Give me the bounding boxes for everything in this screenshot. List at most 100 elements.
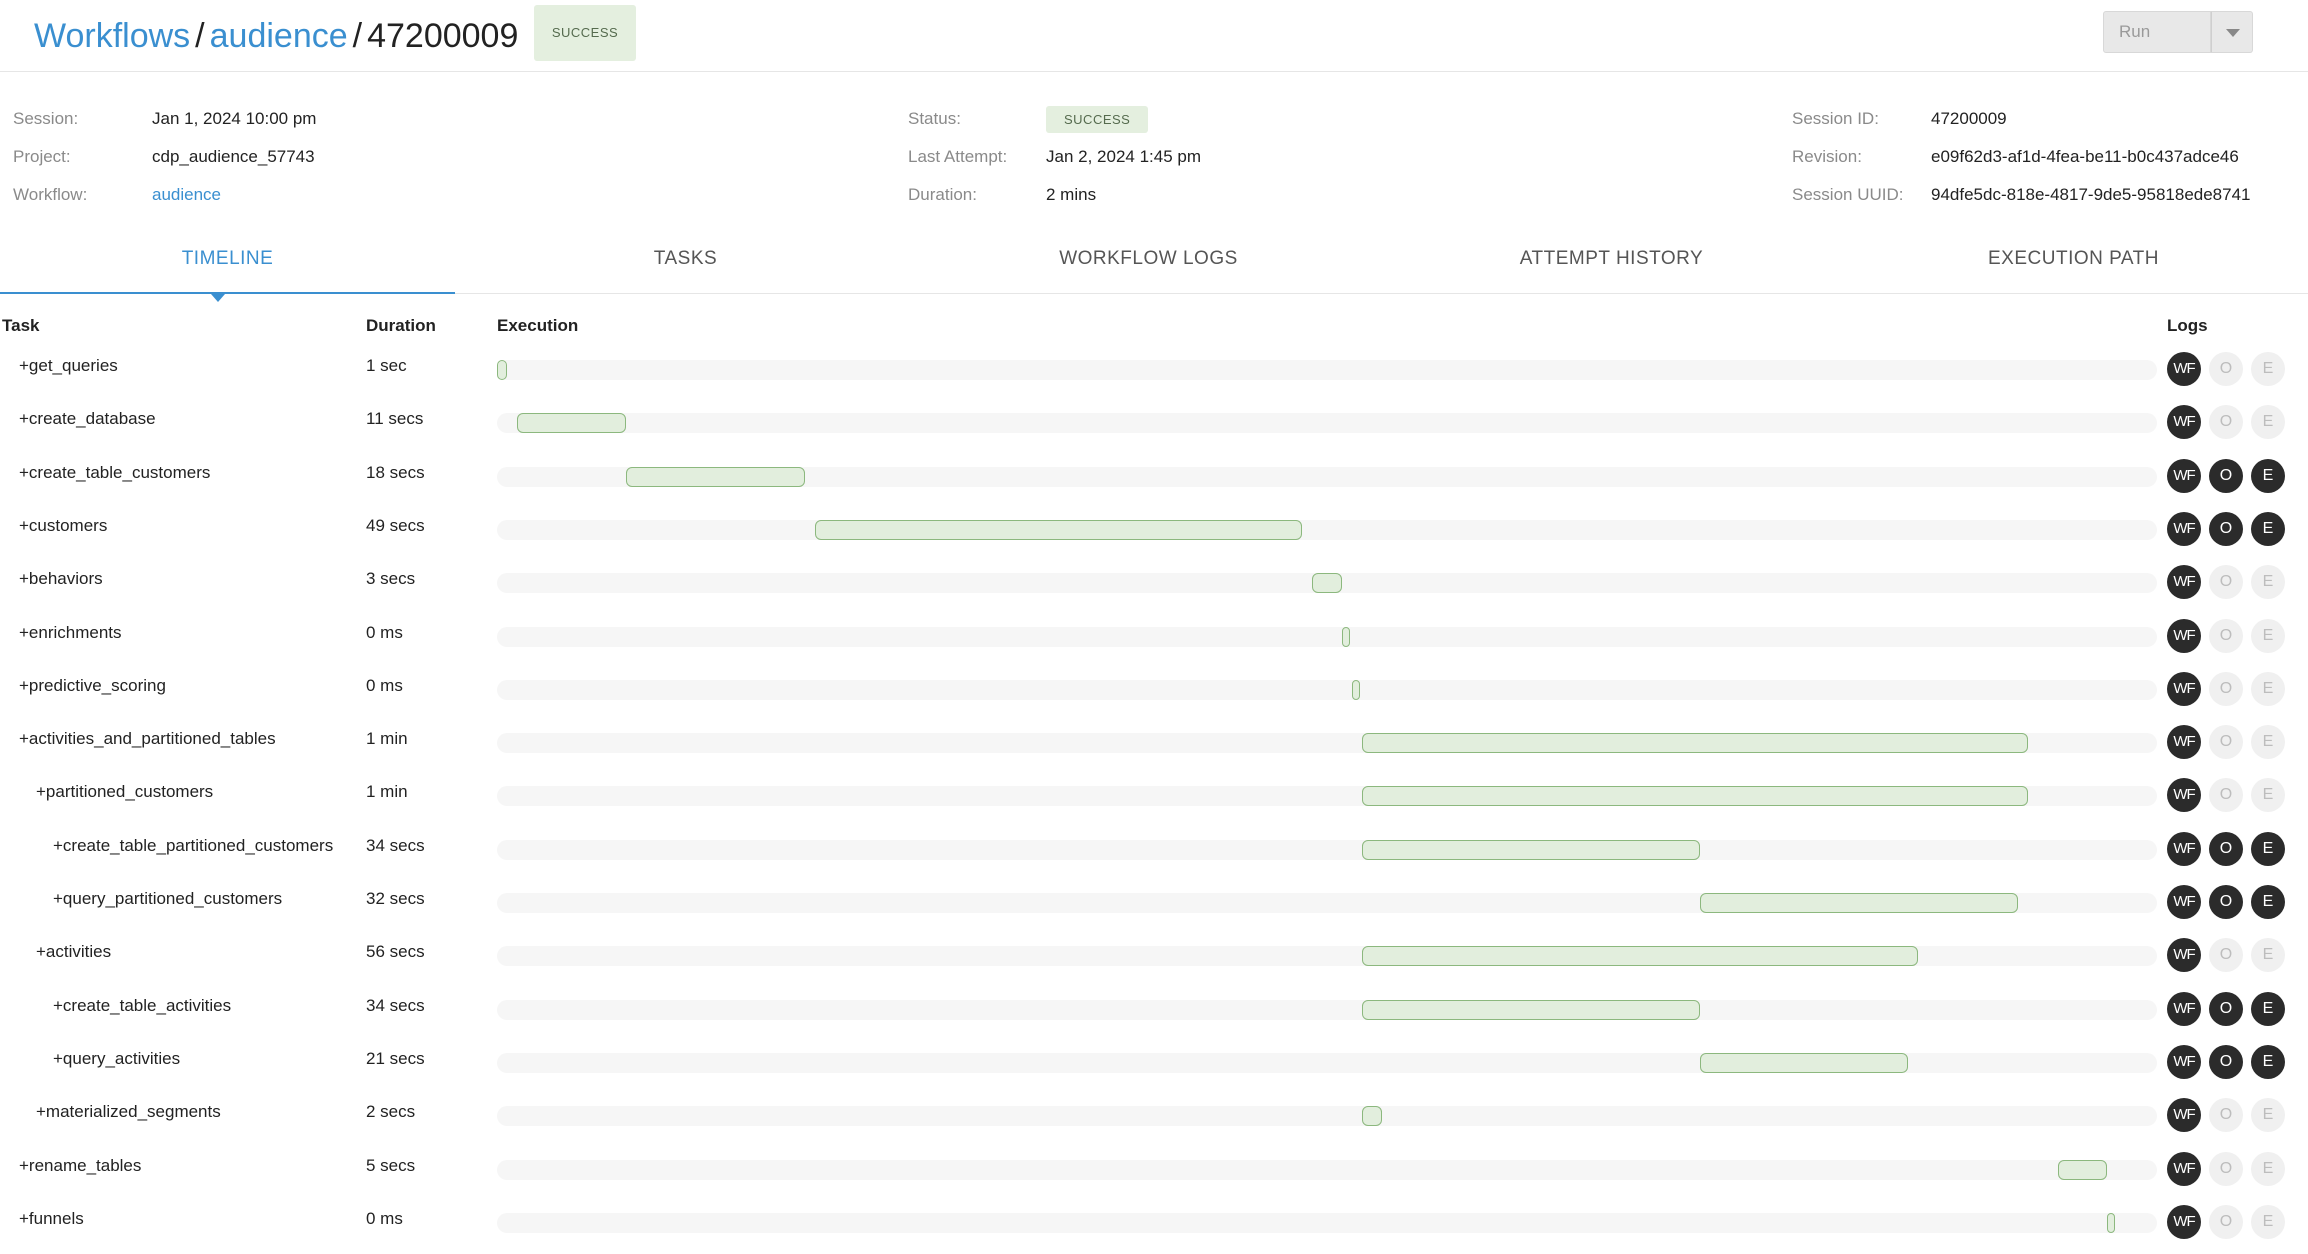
- column-header-execution: Execution: [497, 316, 579, 335]
- execution-track: [497, 1212, 2157, 1233]
- execution-bar[interactable]: [626, 466, 806, 487]
- header-status-badge: SUCCESS: [533, 5, 637, 61]
- info-row-last-attempt: Last Attempt: Jan 2, 2024 1:45 pm: [908, 138, 1201, 176]
- info-row-workflow: Workflow: audience: [13, 176, 221, 214]
- log-button-e[interactable]: E: [2251, 1044, 2285, 1079]
- log-button-wf[interactable]: WF: [2167, 618, 2201, 653]
- execution-bar[interactable]: [1361, 999, 1700, 1020]
- execution-bar[interactable]: [1361, 786, 2028, 807]
- log-button-wf[interactable]: WF: [2167, 778, 2201, 813]
- execution-bar[interactable]: [1341, 626, 1350, 647]
- execution-bar[interactable]: [815, 519, 1303, 540]
- task-name[interactable]: +partitioned_customers: [36, 778, 213, 806]
- task-name[interactable]: +create_table_customers: [19, 459, 210, 487]
- task-name[interactable]: +customers: [19, 512, 107, 540]
- log-button-e: E: [2251, 352, 2285, 386]
- log-button-wf[interactable]: WF: [2167, 938, 2201, 973]
- tab-attempt-history[interactable]: ATTEMPT HISTORY: [1384, 228, 1839, 294]
- run-dropdown-caret-icon[interactable]: [2211, 11, 2253, 53]
- log-button-wf[interactable]: WF: [2167, 1151, 2201, 1186]
- status-badge: SUCCESS: [1046, 105, 1149, 133]
- task-name[interactable]: +query_activities: [53, 1045, 180, 1073]
- log-button-o[interactable]: O: [2209, 831, 2243, 866]
- task-name[interactable]: +activities_and_partitioned_tables: [19, 725, 276, 753]
- log-buttons: WF O E: [2167, 885, 2285, 919]
- log-button-e: E: [2251, 618, 2285, 653]
- log-button-o: O: [2209, 1151, 2243, 1186]
- log-button-wf[interactable]: WF: [2167, 991, 2201, 1026]
- table-row: +create_database 11 secs WF O E: [0, 405, 2308, 458]
- log-button-wf[interactable]: WF: [2167, 671, 2201, 706]
- log-button-wf[interactable]: WF: [2167, 885, 2201, 919]
- task-name[interactable]: +behaviors: [19, 565, 103, 593]
- log-button-e: E: [2251, 1098, 2285, 1133]
- task-name[interactable]: +query_partitioned_customers: [53, 885, 282, 913]
- task-name[interactable]: +create_table_activities: [53, 992, 231, 1020]
- session-info-middle: Status: SUCCESS Last Attempt: Jan 2, 202…: [908, 100, 1201, 214]
- log-button-wf[interactable]: WF: [2167, 1204, 2201, 1239]
- table-row: +activities 56 secs WF O E: [0, 938, 2308, 991]
- execution-bar[interactable]: [1361, 1106, 1382, 1127]
- breadcrumb-audience[interactable]: audience: [210, 17, 348, 55]
- log-button-e[interactable]: E: [2251, 511, 2285, 546]
- breadcrumb-workflows[interactable]: Workflows: [34, 17, 190, 55]
- log-button-wf[interactable]: WF: [2167, 725, 2201, 760]
- execution-bar[interactable]: [1361, 839, 1700, 860]
- task-name[interactable]: +create_database: [19, 405, 156, 433]
- log-button-o[interactable]: O: [2209, 511, 2243, 546]
- execution-bar[interactable]: [2107, 1212, 2116, 1233]
- log-button-e[interactable]: E: [2251, 991, 2285, 1026]
- tab-tasks[interactable]: TASKS: [458, 228, 913, 294]
- column-header-duration: Duration: [366, 316, 436, 335]
- log-button-wf[interactable]: WF: [2167, 458, 2201, 493]
- log-button-e[interactable]: E: [2251, 885, 2285, 919]
- log-button-o[interactable]: O: [2209, 1044, 2243, 1079]
- execution-bar[interactable]: [1361, 946, 1919, 967]
- tab-workflow-logs[interactable]: WORKFLOW LOGS: [921, 228, 1376, 294]
- info-label: Status:: [908, 109, 961, 128]
- log-button-e[interactable]: E: [2251, 458, 2285, 493]
- task-name[interactable]: +get_queries: [19, 352, 118, 380]
- execution-bar[interactable]: [1351, 679, 1360, 700]
- execution-bar[interactable]: [1312, 573, 1342, 594]
- execution-bar[interactable]: [2057, 1159, 2108, 1180]
- task-name[interactable]: +rename_tables: [19, 1152, 141, 1180]
- log-button-wf[interactable]: WF: [2167, 831, 2201, 866]
- task-name[interactable]: +activities: [36, 938, 111, 966]
- task-name[interactable]: +enrichments: [19, 619, 122, 647]
- log-button-e: E: [2251, 1204, 2285, 1239]
- log-buttons: WF O E: [2167, 1044, 2285, 1079]
- execution-bar[interactable]: [497, 360, 507, 380]
- log-button-wf[interactable]: WF: [2167, 511, 2201, 546]
- log-button-wf[interactable]: WF: [2167, 352, 2201, 386]
- task-name[interactable]: +create_table_partitioned_customers: [53, 832, 333, 860]
- run-button[interactable]: Run: [2103, 11, 2211, 53]
- task-name[interactable]: +predictive_scoring: [19, 672, 166, 700]
- execution-track: [497, 733, 2157, 754]
- log-button-wf[interactable]: WF: [2167, 1098, 2201, 1133]
- log-button-o[interactable]: O: [2209, 991, 2243, 1026]
- log-button-wf[interactable]: WF: [2167, 565, 2201, 600]
- execution-bar[interactable]: [1361, 733, 2028, 754]
- execution-bar[interactable]: [1699, 893, 2018, 913]
- table-row: +query_activities 21 secs WF O E: [0, 1044, 2308, 1098]
- tab-timeline[interactable]: TIMELINE: [0, 228, 455, 302]
- log-button-o[interactable]: O: [2209, 885, 2243, 919]
- log-button-wf[interactable]: WF: [2167, 405, 2201, 440]
- info-value-duration: 2 mins: [1046, 185, 1097, 204]
- tab-execution-path[interactable]: EXECUTION PATH: [1846, 228, 2301, 294]
- log-button-wf[interactable]: WF: [2167, 1044, 2201, 1079]
- table-row: +predictive_scoring 0 ms WF O E: [0, 671, 2308, 725]
- column-header-task: Task: [2, 316, 40, 335]
- log-buttons: WF O E: [2167, 565, 2285, 600]
- execution-bar[interactable]: [516, 413, 627, 434]
- log-buttons: WF O E: [2167, 831, 2285, 866]
- execution-track: [497, 786, 2157, 807]
- task-name[interactable]: +materialized_segments: [36, 1098, 221, 1126]
- info-value-workflow-link[interactable]: audience: [152, 185, 221, 205]
- log-button-e[interactable]: E: [2251, 831, 2285, 866]
- execution-bar[interactable]: [1699, 1052, 1909, 1073]
- task-name[interactable]: +funnels: [19, 1205, 84, 1233]
- log-button-o[interactable]: O: [2209, 458, 2243, 493]
- session-info-left: Session: Jan 1, 2024 10:00 pm Project: c…: [13, 100, 316, 214]
